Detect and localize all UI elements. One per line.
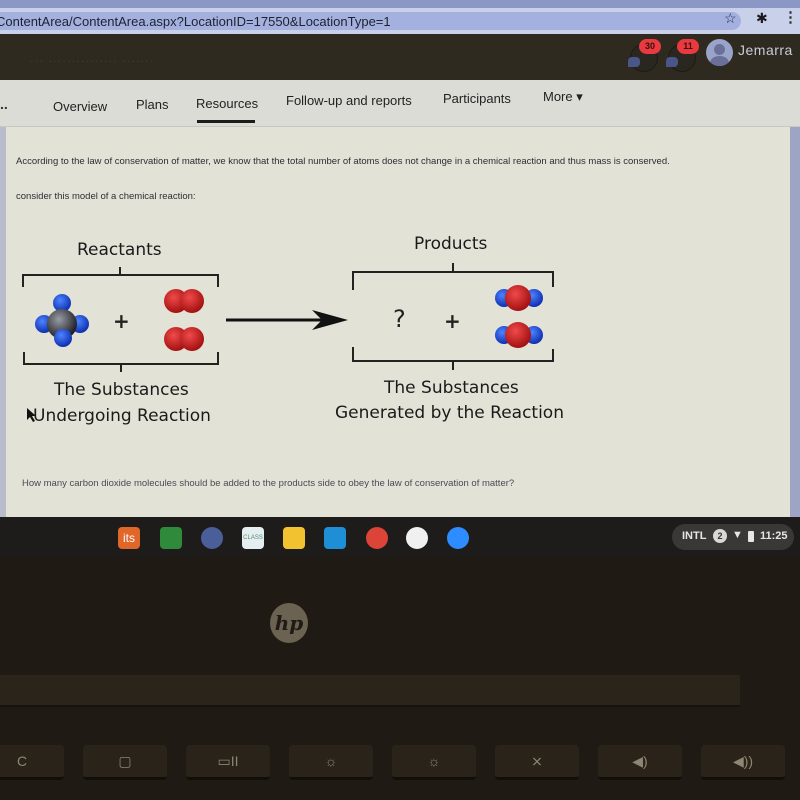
tab-plans[interactable]: Plans [136,97,169,112]
active-tab-indicator [197,120,255,123]
tab-participants[interactable]: Participants [443,91,511,106]
water-molecule [495,285,543,311]
products-caption: The Substances [384,378,519,398]
its-app-icon[interactable]: its [118,527,140,549]
notification-count-badge: 30 [639,39,661,54]
system-tray[interactable]: INTL 2 ▼ 11:25 [672,524,794,550]
notification-bell-icon [628,57,640,67]
notifications-button[interactable]: 30 [628,39,661,72]
browser-menu-icon[interactable]: ⋮ [783,8,798,26]
nav-overflow-button[interactable]: .. [0,96,8,112]
laptop-bezel: hp C ▢ ▭II ☼ ☼ ⨯ ◀) ◀)) [0,557,800,800]
reaction-arrow [226,310,348,330]
message-count-badge: 11 [677,39,699,54]
clock[interactable]: 11:25 [760,530,788,542]
keyboard-key: ☼ [392,745,476,780]
keyboard-key: ⨯ [495,745,579,780]
oxygen-molecule [164,327,204,351]
browser-toolbar: ContentArea/ContentArea.aspx?LocationID=… [0,8,800,34]
zoom-app-icon[interactable] [447,527,469,549]
laptop-hinge [0,675,740,707]
keyboard-key: ☼ [289,745,373,780]
reactants-plus: + [113,309,130,333]
keyboard-key: ◀) [598,745,682,780]
reactants-caption: Undergoing Reaction [33,406,211,426]
course-nav: .. Overview Plans Resources Follow-up an… [0,80,800,127]
google-drive-app-icon[interactable] [283,527,305,549]
tab-follow-up-and-reports[interactable]: Follow-up and reports [286,93,412,108]
camera-app-icon[interactable] [201,527,223,549]
notification-count[interactable]: 2 [713,529,727,543]
address-bar[interactable]: ContentArea/ContentArea.aspx?LocationID=… [0,12,741,30]
keyboard-key: ◀)) [701,745,785,780]
input-method-indicator[interactable]: INTL [682,530,706,542]
water-molecule [495,322,543,348]
hp-logo-icon: hp [270,603,308,643]
wifi-icon: ▼ [732,529,743,541]
class-app-icon[interactable]: CLASS [242,527,264,549]
screencastify-app-icon[interactable] [324,527,346,549]
battery-icon [748,531,754,542]
keyboard-key: ▭II [186,745,270,780]
keyboard-key: ▢ [83,745,167,780]
browser-tab-strip [0,0,800,8]
chat-icon [666,57,678,67]
avatar-icon[interactable] [706,39,733,66]
google-classroom-app-icon[interactable] [160,527,182,549]
tab-resources[interactable]: Resources [196,96,258,111]
app-header: ... ............... ....... 30 11 Jemarr… [0,34,800,80]
bookmark-star-icon[interactable]: ☆ [724,10,737,27]
reactants-title: Reactants [77,240,162,260]
keyboard-key: C [0,745,64,780]
reaction-diagram: + ? + [22,263,554,422]
oxygen-molecule [164,289,204,313]
tab-more-dropdown[interactable]: More ▾ [543,89,583,105]
products-plus: + [444,309,461,333]
question-text: How many carbon dioxide molecules should… [22,478,515,489]
url-text: ContentArea/ContentArea.aspx?LocationID=… [0,14,391,29]
products-title: Products [414,234,488,254]
reactants-caption: The Substances [54,380,189,400]
play-store-app-icon[interactable] [406,527,428,549]
resource-content: According to the law of conservation of … [0,127,800,517]
user-name[interactable]: Jemarra [738,42,793,58]
chrome-app-icon[interactable] [366,527,388,549]
header-breadcrumb[interactable]: ... ............... ....... [30,50,155,65]
products-caption: Generated by the Reaction [335,403,564,423]
tab-overview[interactable]: Overview [53,99,107,114]
unknown-product: ? [393,305,406,333]
extensions-icon[interactable]: ✱ [756,10,768,27]
methane-molecule [35,294,89,347]
messages-button[interactable]: 11 [666,39,699,72]
os-shelf: its CLASS INTL 2 ▼ 11:25 [0,517,800,557]
